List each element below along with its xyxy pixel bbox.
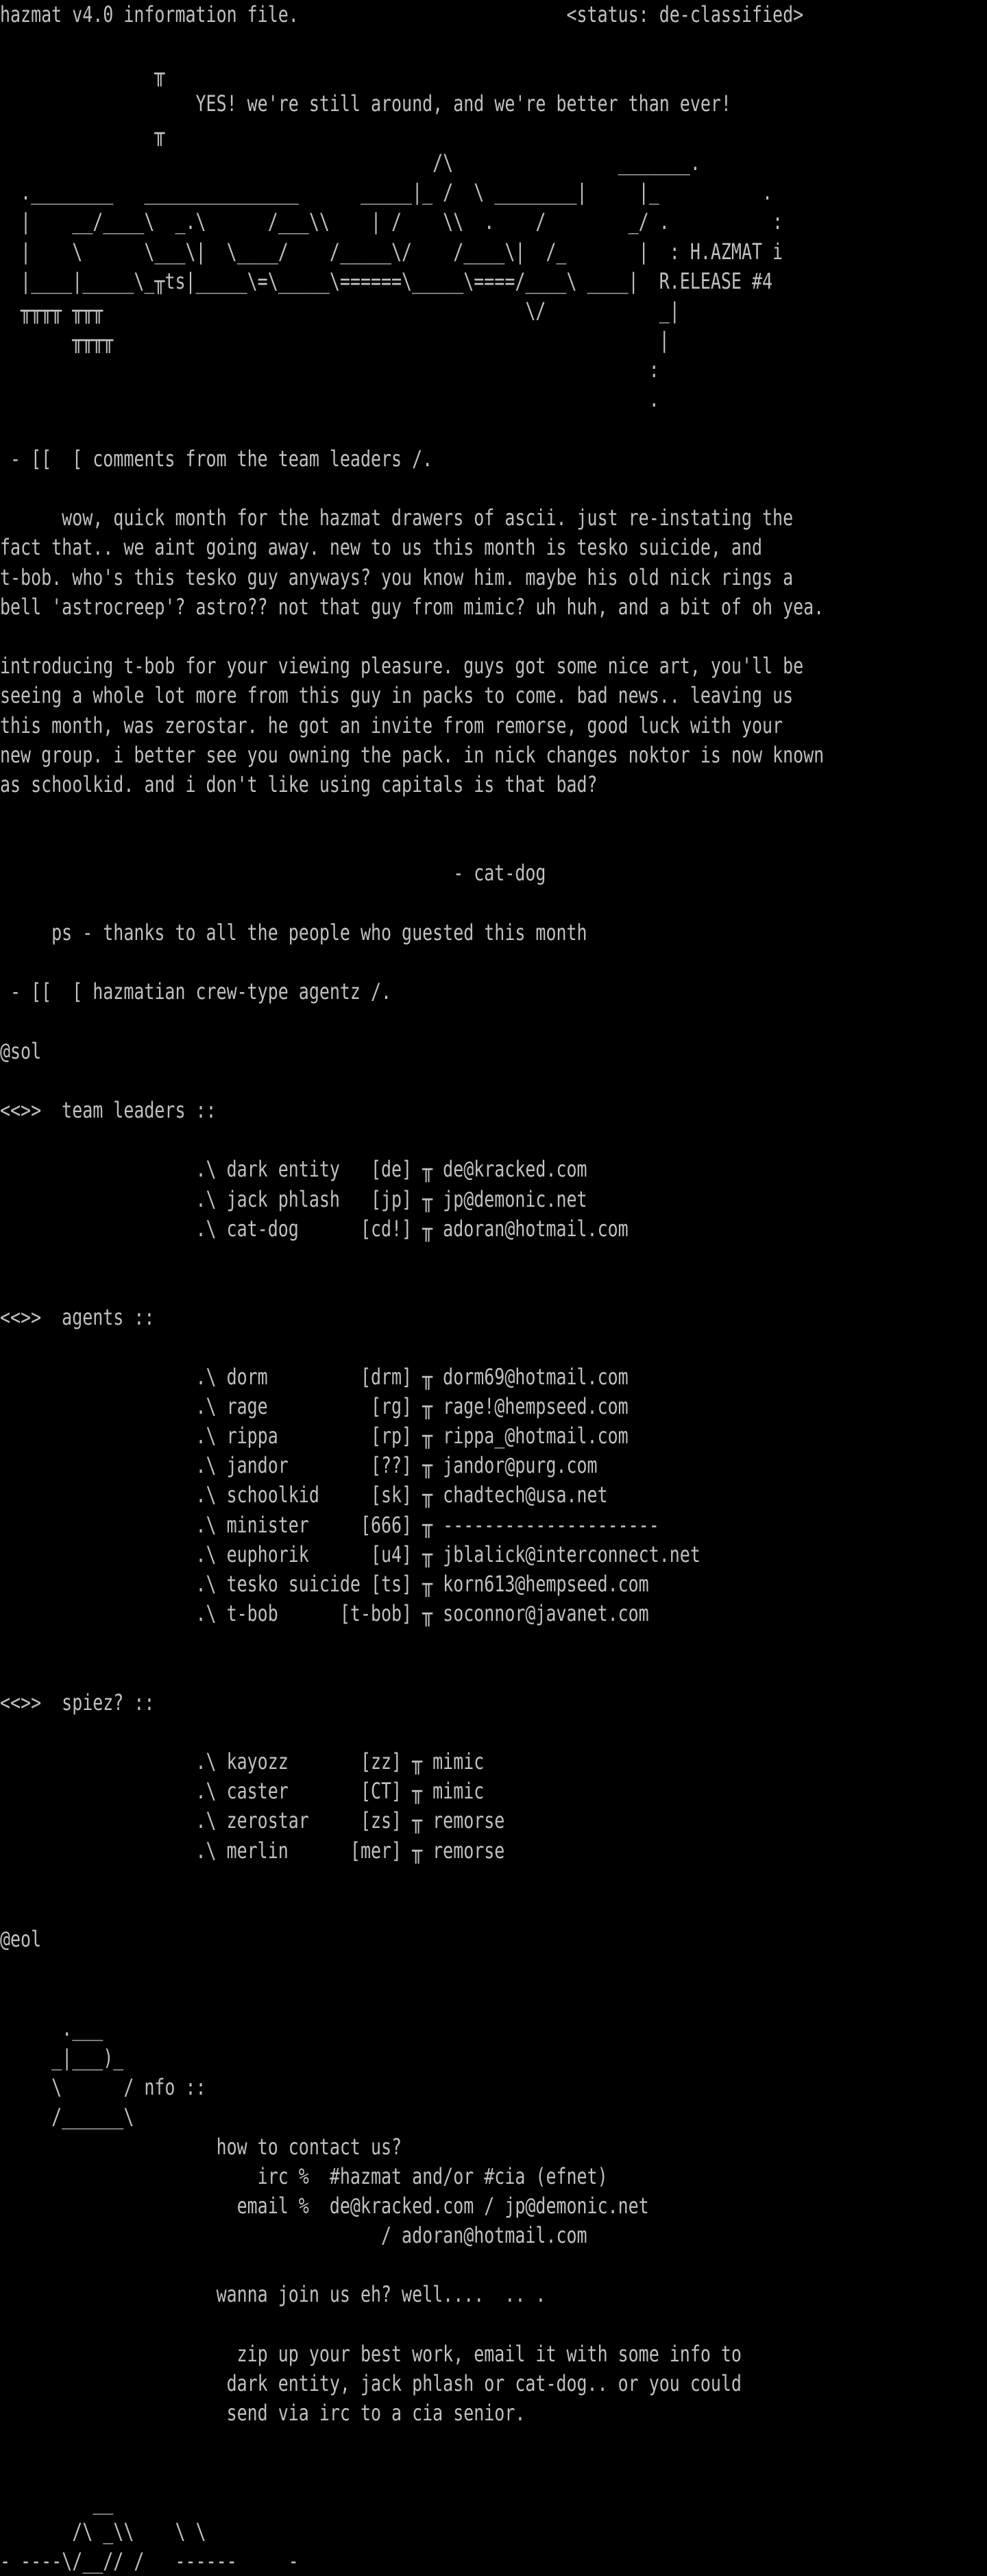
doc-line: ╥╥╥╥ ╥╥╥ \/ _| xyxy=(0,297,680,324)
doc-line xyxy=(0,1332,770,1362)
doc-line xyxy=(0,1066,770,1096)
doc-line: .\ merlin [mer] ╥ remorse xyxy=(0,1837,505,1864)
doc-line: : xyxy=(0,357,659,383)
doc-line: t-bob. who's this tesko guy anyways? you… xyxy=(0,564,794,590)
doc-line xyxy=(0,1954,770,1984)
doc-line: zip up your best work, email it with som… xyxy=(0,2340,742,2367)
doc-line: .________ _______________ _____|_ / \ __… xyxy=(0,179,773,206)
doc-line: .\ t-bob [t-bob] ╥ soconnor@javanet.com xyxy=(0,1600,649,1627)
doc-line xyxy=(0,2458,770,2488)
doc-line: - [[ [ comments from the team leaders /. xyxy=(0,445,433,472)
doc-line: | \ \___\| \____/ /_____\/ /____\| /_ | … xyxy=(0,238,783,265)
doc-line: introducing t-bob for your viewing pleas… xyxy=(0,653,804,679)
doc-line xyxy=(0,474,770,503)
doc-line xyxy=(0,415,770,444)
doc-line xyxy=(0,1628,770,1658)
doc-line: .\ rage [rg] ╥ rage!@hempseed.com xyxy=(0,1393,629,1419)
doc-line: .\ jandor [??] ╥ jandor@purg.com xyxy=(0,1452,598,1479)
doc-line: - cat-dog xyxy=(0,860,546,887)
doc-line: email % de@kracked.com / jp@demonic.net xyxy=(0,2192,649,2219)
doc-line: <<>> agents :: xyxy=(0,1304,155,1331)
doc-line: .\ caster [CT] ╥ mimic xyxy=(0,1778,485,1805)
doc-line: .___ xyxy=(0,2014,103,2041)
doc-line: dark entity, jack phlash or cat-dog.. or… xyxy=(0,2370,742,2396)
doc-line xyxy=(0,1866,770,1895)
doc-line: .\ zerostar [zs] ╥ remorse xyxy=(0,1807,505,1834)
doc-line: - ----\/__// / ------ - xyxy=(0,2548,299,2575)
doc-line: irc % #hazmat and/or #cia (efnet) xyxy=(0,2163,608,2189)
doc-line xyxy=(0,29,770,59)
doc-line xyxy=(0,1659,770,1688)
doc-line: .\ dark entity [de] ╥ de@kracked.com xyxy=(0,1156,587,1183)
doc-line: - [[ [ hazmatian crew-type agentz /. xyxy=(0,978,392,1005)
doc-line xyxy=(0,1125,770,1155)
doc-line: bell 'astrocreep'? astro?? not that guy … xyxy=(0,593,825,620)
doc-line: ╥╥╥╥ | xyxy=(0,327,670,354)
doc-line: /\ _\\ \ \ xyxy=(0,2518,206,2544)
doc-line: . xyxy=(0,386,659,413)
doc-line: seeing a whole lot more from this guy in… xyxy=(0,682,794,709)
doc-line: _|___)_ xyxy=(0,2044,124,2071)
doc-line: @sol xyxy=(0,1037,42,1064)
doc-line: .\ rippa [rp] ╥ rippa_@hotmail.com xyxy=(0,1423,629,1449)
nfo-document: hazmat v4.0 information file. <status: d… xyxy=(0,0,825,2576)
doc-line: \ / nfo :: xyxy=(0,2074,206,2101)
doc-line xyxy=(0,1984,770,2014)
doc-line: .\ euphorik [u4] ╥ jblalick@interconnect… xyxy=(0,1541,700,1567)
doc-line: |____|_____\_╥ts|_____\=\_____\======\__… xyxy=(0,267,773,294)
doc-line: send via irc to a cia senior. xyxy=(0,2400,526,2427)
doc-line: /______\ xyxy=(0,2104,134,2130)
doc-line xyxy=(0,1273,770,1303)
doc-line xyxy=(0,799,770,829)
doc-line: wow, quick month for the hazmat drawers … xyxy=(0,505,794,531)
doc-line xyxy=(0,1718,770,1747)
doc-line xyxy=(0,1895,770,1925)
doc-line: as schoolkid. and i don't like using cap… xyxy=(0,771,598,797)
doc-line: this month, was zerostar. he got an invi… xyxy=(0,712,783,738)
doc-line: <<>> spiez? :: xyxy=(0,1689,155,1716)
doc-line: @eol xyxy=(0,1926,42,1953)
doc-line xyxy=(0,1007,770,1036)
doc-line xyxy=(0,2250,770,2280)
doc-line xyxy=(0,1244,770,1273)
doc-line: <<>> team leaders :: xyxy=(0,1096,217,1123)
doc-line xyxy=(0,2310,770,2339)
doc-line xyxy=(0,622,770,651)
doc-line: how to contact us? xyxy=(0,2133,402,2160)
doc-line xyxy=(0,2428,770,2457)
doc-line: wanna join us eh? well.... .. . xyxy=(0,2281,546,2308)
doc-line: fact that.. we aint going away. new to u… xyxy=(0,534,763,561)
doc-line: .\ cat-dog [cd!] ╥ adoran@hotmail.com xyxy=(0,1215,629,1242)
doc-line: new group. i better see you owning the p… xyxy=(0,741,825,768)
doc-line: __ xyxy=(0,2488,114,2515)
doc-line xyxy=(0,889,770,918)
doc-line: .\ jack phlash [jp] ╥ jp@demonic.net xyxy=(0,1185,587,1212)
doc-line: ps - thanks to all the people who gueste… xyxy=(0,919,587,946)
doc-line: | __/____\ _.\ /___\\ | / \\ . / _/ . : xyxy=(0,208,783,235)
doc-line: / adoran@hotmail.com xyxy=(0,2222,587,2249)
doc-line: .\ dorm [drm] ╥ dorm69@hotmail.com xyxy=(0,1363,629,1390)
doc-line: .\ minister [666] ╥ --------------------… xyxy=(0,1511,659,1538)
doc-line: .\ tesko suicide [ts] ╥ korn613@hempseed… xyxy=(0,1570,649,1597)
doc-line: hazmat v4.0 information file. <status: d… xyxy=(0,1,804,27)
doc-line: YES! we're still around, and we're bette… xyxy=(0,90,731,117)
doc-line xyxy=(0,948,770,977)
doc-line: .\ schoolkid [sk] ╥ chadtech@usa.net xyxy=(0,1482,608,1508)
doc-line: .\ kayozz [zz] ╥ mimic xyxy=(0,1748,485,1775)
doc-line: ╥ xyxy=(0,119,165,146)
doc-line: ╥ xyxy=(0,60,165,87)
doc-line: /\ _______. xyxy=(0,149,700,176)
doc-line xyxy=(0,829,770,858)
